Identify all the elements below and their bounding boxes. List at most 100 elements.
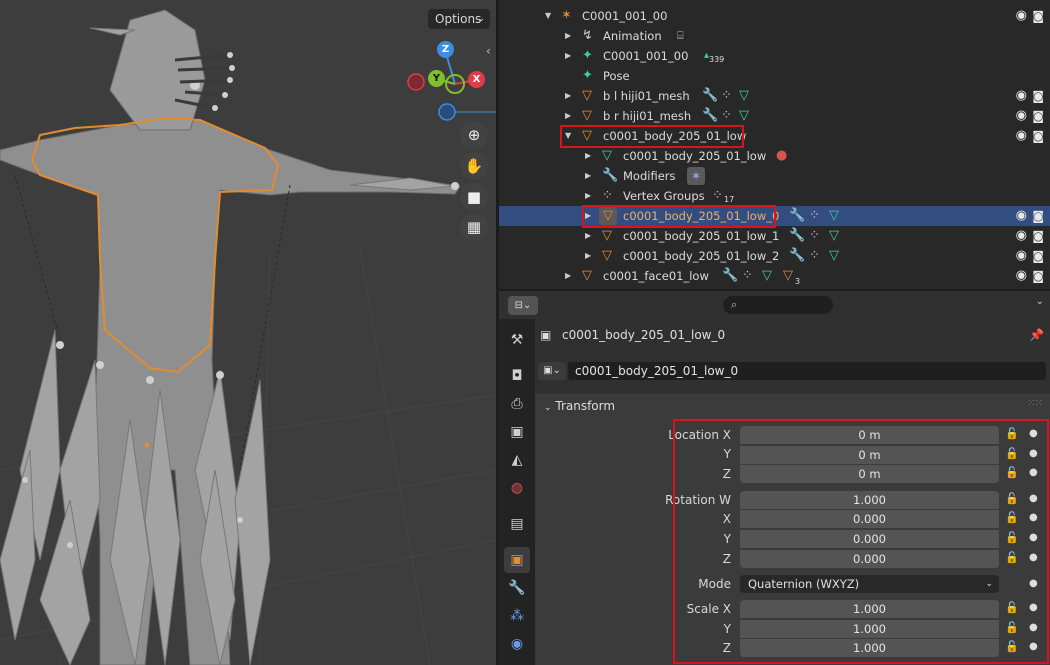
eye-icon[interactable]: ◉ [1016,86,1027,106]
material-icon: ● [776,148,788,163]
expand-arrow-icon[interactable]: ▶ [565,26,571,46]
mesh-object-icon: ▽ [602,228,612,243]
mesh-data-icon: ▽ [739,108,749,123]
tool-tab-icon[interactable]: ⚒ [504,327,530,353]
expand-arrow-icon[interactable]: ▶ [565,46,571,66]
object-name-field[interactable]: c0001_body_205_01_low_0 [568,362,1046,380]
object-tab-icon[interactable]: ▣ [504,547,530,573]
row-label: b r hiji01_mesh [603,109,692,123]
outliner-row-face01-low[interactable]: ▶ ▽ c0001_face01_low 🔧 ⁘ ▽ ▽ 3 ◉ ◙ [499,266,1050,286]
outliner-row-body-mesh-data[interactable]: ▶ ▽ c0001_body_205_01_low ● [499,146,1050,166]
wrench-icon: 🔧 [789,248,806,263]
row-label: Modifiers [623,169,676,183]
expand-arrow-icon[interactable]: ▶ [565,86,571,106]
outliner-row-b-l-hiji01[interactable]: ▶ ▽ b l hiji01_mesh 🔧 ⁘ ▽ ◉ ◙ [499,86,1050,106]
object-title: c0001_body_205_01_low_0 [562,328,726,342]
mesh-object-icon: ▽ [582,268,592,283]
vertex-groups-icon: ⁘ [712,188,723,203]
expand-arrow-icon[interactable]: ▶ [585,146,591,166]
vertex-groups-icon: ⁘ [809,248,820,263]
expand-arrow-icon[interactable]: ▶ [565,266,571,286]
outliner-row-animation[interactable]: ▶ ↯ Animation ⌸ [499,26,1050,46]
outliner-row-vertex-groups[interactable]: ▶ ⁘ Vertex Groups ⁘ 17 [499,186,1050,206]
transform-header[interactable]: ⌄ Transform [544,399,615,413]
armature-modifier-icon: ✶ [687,167,705,185]
particles-tab-icon[interactable]: ⁂ [504,603,530,629]
object-properties-panel: ▣ c0001_body_205_01_low_0 📌 ▣⌄ c0001_bod… [535,319,1050,665]
render-tab-icon[interactable]: ◘ [504,363,530,389]
3d-viewport[interactable]: Options ⌄ ‹ Z X Y ⊕ ✋ ■ ▦ [0,0,496,665]
armature-data-icon: ✦ [582,48,593,63]
eye-icon[interactable]: ◉ [1016,266,1027,286]
editor-type-dropdown[interactable]: ⊟⌄ [508,296,538,315]
camera-render-icon[interactable]: ◙ [1032,226,1044,246]
camera-render-icon[interactable]: ◙ [1032,266,1044,286]
eye-icon[interactable]: ◉ [1016,6,1027,26]
properties-search-input[interactable]: ⌕ [723,296,833,314]
camera-render-icon[interactable]: ◙ [1032,206,1044,226]
eye-icon[interactable]: ◉ [1016,106,1027,126]
outliner-row-b-r-hiji01[interactable]: ▶ ▽ b r hiji01_mesh 🔧 ⁘ ▽ ◉ ◙ [499,106,1050,126]
hand-pan-icon[interactable]: ✋ [460,152,488,180]
vertex-groups-icon: ⁘ [809,228,820,243]
outliner-row-body-low-1[interactable]: ▶ ▽ c0001_body_205_01_low_1 🔧 ⁘ ▽ ◉ ◙ [499,226,1050,246]
outliner-row-modifiers[interactable]: ▶ 🔧 Modifiers ✶ [499,166,1050,186]
pin-icon[interactable]: 📌 [1029,328,1044,342]
camera-render-icon[interactable]: ◙ [1032,246,1044,266]
expand-arrow-icon[interactable]: ▶ [585,226,591,246]
expand-arrow-icon[interactable]: ▶ [565,106,571,126]
zoom-icon[interactable]: ⊕ [460,121,488,149]
camera-render-icon[interactable]: ◙ [1032,86,1044,106]
wrench-icon: 🔧 [789,208,806,223]
eye-icon[interactable]: ◉ [1016,126,1027,146]
grid-ortho-icon[interactable]: ▦ [460,213,488,241]
wrench-icon: 🔧 [602,168,619,183]
outliner[interactable]: ▼ ✶ C0001_001_00 ◉ ◙ ▶ ↯ Animation ⌸ ▶ ✦ … [499,0,1050,289]
axis-z-button[interactable]: Z [437,41,454,58]
outliner-row-body-low-2[interactable]: ▶ ▽ c0001_body_205_01_low_2 🔧 ⁘ ▽ ◉ ◙ [499,246,1050,266]
expand-arrow-icon[interactable]: ▶ [585,186,591,206]
expand-arrow-icon[interactable]: ▼ [545,6,551,26]
highlight-box-body-low [560,125,744,148]
axis-y-button[interactable]: Y [428,70,445,87]
row-label: b l hiji01_mesh [603,89,690,103]
row-label: c0001_body_205_01_low_1 [623,229,780,243]
mesh-data-icon: ▽ [762,268,772,283]
highlight-box-body-low-0 [582,205,776,228]
row-label: C0001_001_00 [603,49,689,63]
modifier-tab-icon[interactable]: 🔧 [504,575,530,601]
chevron-down-icon[interactable]: ⌄ [1036,296,1044,307]
outliner-row-armature-data[interactable]: ▶ ✦ C0001_001_00 ▴ 339 [499,46,1050,66]
physics-tab-icon[interactable]: ◉ [504,631,530,657]
drag-grip-icon[interactable]: ⁙⁙ [1027,398,1043,409]
camera-render-icon[interactable]: ◙ [1032,106,1044,126]
world-tab-icon[interactable]: ◍ [504,475,530,501]
mesh-data-icon: ▽ [602,148,612,163]
object-type-dropdown[interactable]: ▣⌄ [538,362,566,380]
camera-icon[interactable]: ■ [460,183,488,211]
mesh-data-icon: ▽ [829,228,839,243]
options-dropdown[interactable]: Options ⌄ [428,9,490,29]
eye-icon[interactable]: ◉ [1016,206,1027,226]
output-tab-icon[interactable]: ⎙ [504,391,530,417]
eye-icon[interactable]: ◉ [1016,246,1027,266]
vertex-groups-icon: ⁘ [742,268,753,283]
outliner-row-pose[interactable]: ✦ Pose [499,66,1050,86]
expand-arrow-icon[interactable]: ▶ [585,166,591,186]
camera-render-icon[interactable]: ◙ [1032,126,1044,146]
vertex-groups-icon: ⁘ [602,188,613,203]
search-icon: ⌕ [731,298,738,311]
pose-icon: ✦ [582,68,593,83]
wrench-icon: 🔧 [789,228,806,243]
view-layer-tab-icon[interactable]: ▣ [504,419,530,445]
chevron-down-icon: ⌄ [477,14,485,24]
armature-icon: ✶ [561,8,572,23]
collection-tab-icon[interactable]: ▤ [504,511,530,537]
mesh-data-icon: ▽ [739,88,749,103]
scene-tab-icon[interactable]: ◭ [504,447,530,473]
outliner-row-armature[interactable]: ▼ ✶ C0001_001_00 ◉ ◙ [499,6,1050,26]
camera-render-icon[interactable]: ◙ [1032,6,1044,26]
axis-x-button[interactable]: X [468,71,485,88]
eye-icon[interactable]: ◉ [1016,226,1027,246]
expand-arrow-icon[interactable]: ▶ [585,246,591,266]
